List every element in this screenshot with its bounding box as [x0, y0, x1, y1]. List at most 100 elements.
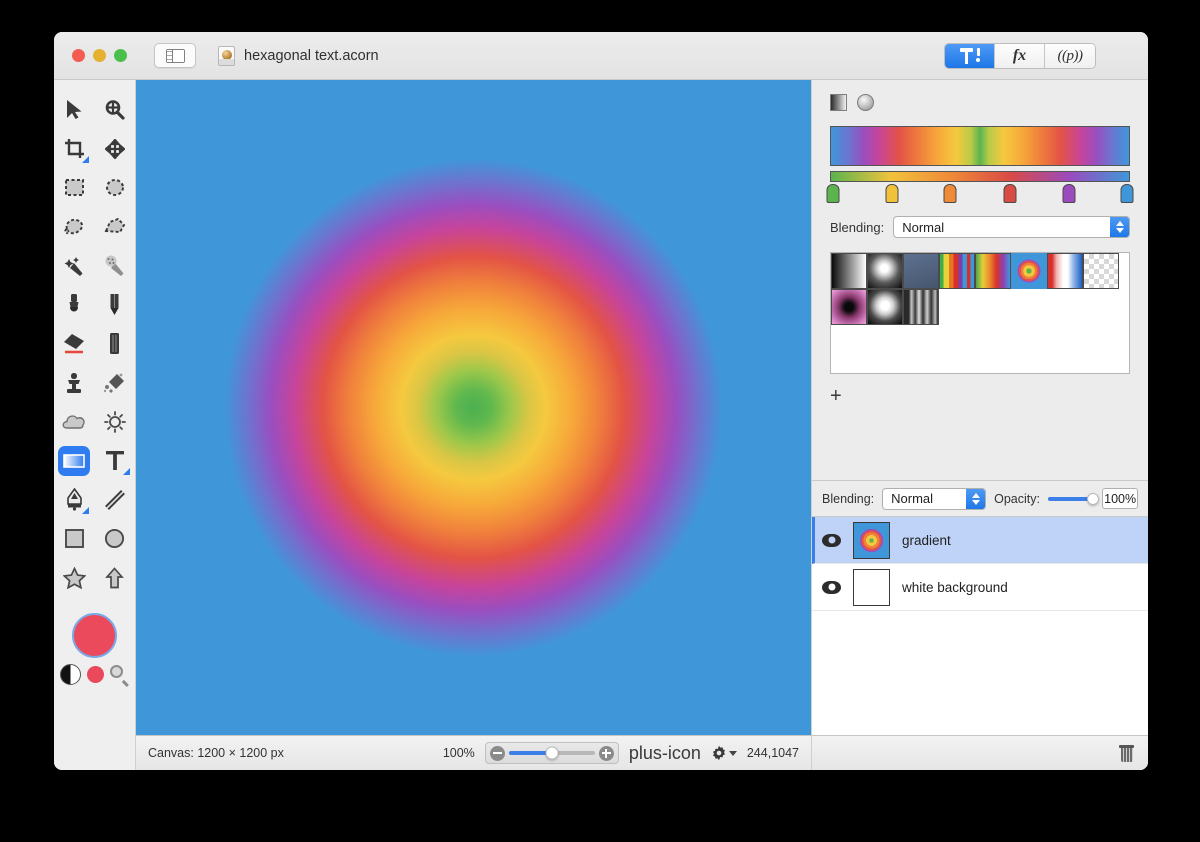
eye-icon[interactable]: [822, 580, 841, 594]
gradient-preset-library[interactable]: [830, 252, 1130, 374]
rect-select-tool[interactable]: [58, 173, 90, 203]
text-tool[interactable]: [99, 446, 131, 476]
smudge-tool[interactable]: [99, 368, 131, 398]
tool-submenu-indicator[interactable]: [122, 467, 130, 475]
polygon-lasso-tool[interactable]: [99, 212, 131, 242]
zoom-slider[interactable]: [484, 742, 619, 764]
bezier-pen-tool[interactable]: [58, 485, 90, 515]
tool-row: [54, 207, 135, 246]
layer-blending-label: Blending:: [822, 491, 875, 506]
line-tool[interactable]: [99, 485, 131, 515]
gradient-panel: Blending: Normal +: [812, 80, 1148, 480]
gradient-stop-0[interactable]: [826, 184, 840, 203]
magnifier-icon[interactable]: [110, 665, 129, 687]
dodge-tool[interactable]: [99, 407, 131, 437]
brush-tool[interactable]: [58, 290, 90, 320]
layer-name[interactable]: white background: [902, 580, 1008, 595]
gradient-stop-2[interactable]: [943, 184, 957, 203]
gradient-preset-white-soft-radial[interactable]: [867, 289, 903, 325]
trash-icon[interactable]: [1119, 744, 1134, 762]
gradient-preset-rainbow-stripes-linear[interactable]: [939, 253, 975, 289]
layer-name[interactable]: gradient: [902, 533, 951, 548]
half-circle-icon[interactable]: [60, 664, 81, 685]
minimize-button[interactable]: [93, 49, 106, 62]
tab-tools[interactable]: [945, 44, 995, 68]
background-color-swatch[interactable]: [87, 666, 104, 683]
ellipse-shape-tool[interactable]: [99, 524, 131, 554]
eye-icon[interactable]: [822, 533, 841, 547]
star-shape-tool[interactable]: [58, 563, 90, 593]
paint-bucket-tool[interactable]: [99, 329, 131, 359]
gradient-stop-1[interactable]: [885, 184, 898, 203]
close-button[interactable]: [72, 49, 85, 62]
tool-row: [54, 441, 135, 480]
blur-tool[interactable]: [58, 407, 90, 437]
sidebar-toggle-button[interactable]: [154, 43, 196, 68]
pencil-tool[interactable]: [99, 290, 131, 320]
layer-footer: [812, 735, 1148, 770]
tab-filters[interactable]: fx: [995, 44, 1045, 68]
foreground-color-swatch[interactable]: [72, 613, 117, 658]
gradient-type-selector[interactable]: [830, 94, 1130, 111]
gradient-preset-grey-bars-linear[interactable]: [903, 289, 939, 325]
zoom-tool[interactable]: [99, 95, 131, 125]
ellipse-select-tool[interactable]: [99, 173, 131, 203]
gear-menu-button[interactable]: [711, 745, 737, 761]
layer-thumbnail[interactable]: [853, 568, 890, 606]
layer-blending-select[interactable]: Normal: [882, 487, 987, 510]
inspector-mode-segmented-control[interactable]: fx ((p)): [944, 43, 1096, 69]
tool-submenu-indicator[interactable]: [82, 155, 90, 163]
add-gradient-preset-button[interactable]: +: [830, 386, 848, 406]
title-bar: hexagonal text.acorn fx ((p)): [54, 32, 1148, 80]
move-tool[interactable]: [58, 95, 90, 125]
gradient-preset-white-radial-glow[interactable]: [867, 253, 903, 289]
radial-gradient-icon[interactable]: [857, 94, 874, 111]
tool-row: [54, 480, 135, 519]
lasso-tool[interactable]: [58, 212, 90, 242]
crop-tool[interactable]: [58, 134, 90, 164]
gradient-preset-magenta-black-radial[interactable]: [831, 289, 867, 325]
gradient-stop-handles[interactable]: [826, 184, 1134, 206]
opacity-slider[interactable]: [1047, 492, 1100, 505]
gradient-preset-black-white-linear[interactable]: [831, 253, 867, 289]
clone-stamp-tool[interactable]: [58, 368, 90, 398]
layer-row[interactable]: white background: [812, 564, 1148, 611]
minus-circle-icon[interactable]: [489, 745, 505, 761]
gradient-stop-strip[interactable]: [830, 171, 1130, 182]
opacity-field[interactable]: 100%: [1102, 488, 1138, 509]
linear-gradient-icon[interactable]: [830, 94, 847, 111]
layer-list[interactable]: gradient white background: [812, 517, 1148, 735]
instant-alpha-tool[interactable]: [99, 251, 131, 281]
layer-row[interactable]: gradient: [812, 517, 1148, 564]
plus-circle-icon[interactable]: [598, 745, 614, 761]
eraser-tool[interactable]: [58, 329, 90, 359]
arrow-shape-tool[interactable]: [99, 563, 131, 593]
gradient-stop-5[interactable]: [1120, 184, 1134, 203]
zoom-slider-knob[interactable]: [545, 746, 559, 760]
zoom-slider-track[interactable]: [508, 746, 595, 760]
tool-row: [54, 324, 135, 363]
tab-presets[interactable]: ((p)): [1045, 44, 1095, 68]
gradient-preset-yellow-transparent[interactable]: [1083, 253, 1119, 289]
transform-tool[interactable]: [99, 134, 131, 164]
gradient-preset-rainbow-radial-on-blue[interactable]: [1011, 253, 1047, 289]
canvas-area[interactable]: [136, 80, 811, 735]
gradient-tool[interactable]: [58, 445, 91, 476]
gradient-blending-select[interactable]: Normal: [893, 216, 1130, 238]
gradient-stop-4[interactable]: [1062, 184, 1075, 203]
document-name: hexagonal text.acorn: [244, 47, 379, 64]
swatch-controls: [60, 664, 129, 687]
gradient-preset-slate-blue-linear[interactable]: [903, 253, 939, 289]
rectangle-shape-tool[interactable]: [58, 524, 90, 554]
zoom-button[interactable]: [114, 49, 127, 62]
gradient-preview[interactable]: [830, 126, 1130, 166]
gradient-preset-rainbow-smooth-linear[interactable]: [975, 253, 1011, 289]
gradient-preset-red-white-blue-linear[interactable]: [1047, 253, 1083, 289]
opacity-slider-knob[interactable]: [1087, 492, 1100, 505]
plus-icon[interactable]: plus-icon: [629, 744, 701, 762]
layer-thumbnail[interactable]: [853, 521, 890, 559]
tool-submenu-indicator[interactable]: [82, 506, 90, 514]
gear-icon: [712, 745, 725, 761]
gradient-stop-3[interactable]: [1003, 184, 1017, 203]
magic-wand-tool[interactable]: [58, 251, 90, 281]
